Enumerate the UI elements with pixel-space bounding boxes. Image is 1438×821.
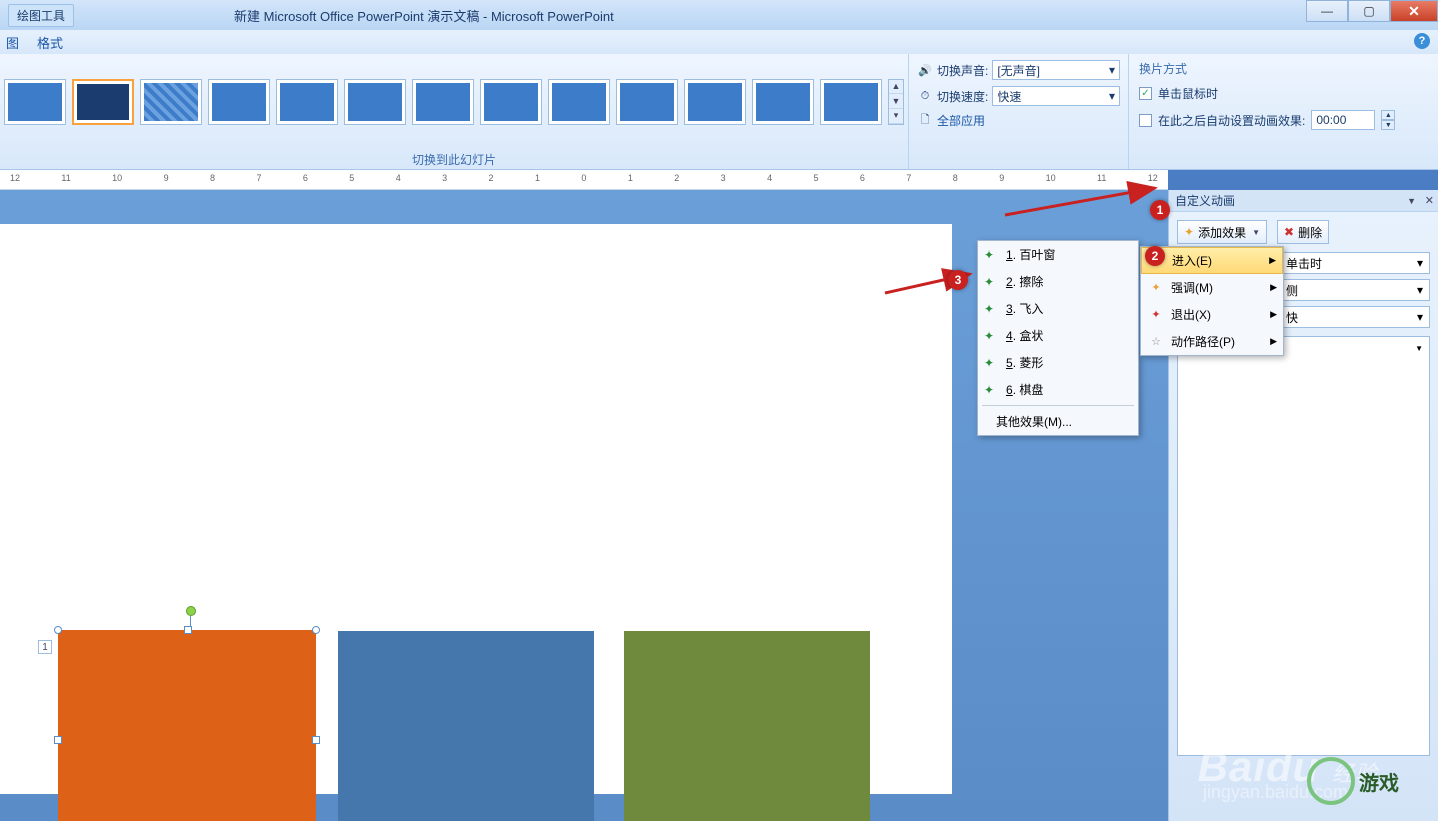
entrance-item-5[interactable]: ✦5. 菱形 — [978, 349, 1138, 376]
transition-thumb-2[interactable] — [72, 79, 134, 125]
transition-thumb-1[interactable] — [4, 79, 66, 125]
speed-label: 切换速度: — [937, 88, 988, 105]
transition-thumb-6[interactable] — [344, 79, 406, 125]
entrance-effect-icon: ✦ — [984, 329, 998, 343]
entrance-item-3[interactable]: ✦3. 飞入 — [978, 295, 1138, 322]
annotation-arrow-1 — [1000, 180, 1170, 220]
entrance-effect-icon: ✦ — [984, 383, 998, 397]
logo-text: 游戏 — [1359, 767, 1399, 796]
speed-select[interactable]: 快速▾ — [992, 86, 1120, 106]
minimize-button[interactable]: — — [1306, 0, 1348, 22]
transition-thumb-9[interactable] — [548, 79, 610, 125]
direction-select[interactable]: 侧▾ — [1279, 279, 1430, 301]
title-bar: 绘图工具 新建 Microsoft Office PowerPoint 演示文稿… — [0, 0, 1438, 30]
entrance-effects-menu: ✦1. 百叶窗✦2. 擦除✦3. 飞入✦4. 盒状✦5. 菱形✦6. 棋盘 其他… — [977, 240, 1139, 436]
pane-dropdown-icon[interactable]: ▼ — [1407, 196, 1416, 206]
drawing-tools-tab[interactable]: 绘图工具 — [8, 4, 74, 27]
time-spinner[interactable]: ▲▼ — [1381, 110, 1395, 130]
help-icon[interactable]: ? — [1414, 33, 1430, 49]
remove-effect-button[interactable]: ✖ 删除 — [1277, 220, 1329, 244]
entrance-item-2[interactable]: ✦2. 擦除 — [978, 268, 1138, 295]
entrance-effect-icon: ✦ — [984, 275, 998, 289]
speed-icon: ⏱ — [917, 88, 933, 104]
resize-handle-nw[interactable] — [54, 626, 62, 634]
rotation-handle[interactable] — [186, 606, 196, 616]
sound-icon: 🔊 — [917, 62, 933, 78]
transition-options-group: 🔊 切换声音: [无声音]▾ ⏱ 切换速度: 快速▾ 🗋 全部应用 — [909, 54, 1129, 169]
menu-emphasis[interactable]: ✦ 强调(M)▶ — [1141, 274, 1283, 301]
resize-handle-e[interactable] — [312, 736, 320, 744]
callout-3: 3 — [948, 270, 968, 290]
transition-thumb-7[interactable] — [412, 79, 474, 125]
apply-all-icon: 🗋 — [917, 113, 933, 129]
shape-rectangle-green[interactable] — [624, 631, 870, 821]
pane-close-icon[interactable]: ✕ — [1425, 194, 1434, 207]
exit-icon: ✦ — [1149, 308, 1163, 322]
more-effects-item[interactable]: 其他效果(M)... — [978, 408, 1138, 435]
menu-exit[interactable]: ✦ 退出(X)▶ — [1141, 301, 1283, 328]
transitions-group: ▲▼▾ 切换到此幻灯片 — [0, 54, 909, 169]
on-click-label: 单击鼠标时 — [1158, 85, 1218, 102]
resize-handle-w[interactable] — [54, 736, 62, 744]
transition-thumb-11[interactable] — [684, 79, 746, 125]
close-button[interactable]: ✕ — [1390, 0, 1438, 22]
pane-title: 自定义动画 — [1175, 192, 1235, 209]
emphasis-icon: ✦ — [1149, 281, 1163, 295]
entrance-item-1[interactable]: ✦1. 百叶窗 — [978, 241, 1138, 268]
resize-handle-n[interactable] — [184, 626, 192, 634]
ribbon-tabs: 图 格式 ? — [0, 30, 1438, 54]
transition-thumb-8[interactable] — [480, 79, 542, 125]
on-click-checkbox[interactable]: ✓ — [1139, 87, 1152, 100]
transition-thumb-10[interactable] — [616, 79, 678, 125]
slide-number-badge: 1 — [38, 640, 52, 654]
resize-handle-ne[interactable] — [312, 626, 320, 634]
auto-after-time[interactable]: 00:00 — [1311, 110, 1375, 130]
advance-slide-group: 换片方式 ✓ 单击鼠标时 在此之后自动设置动画效果: 00:00 ▲▼ — [1129, 54, 1438, 169]
transition-thumb-4[interactable] — [208, 79, 270, 125]
view-tab[interactable]: 图 — [6, 33, 19, 52]
shape-rectangle-blue[interactable] — [338, 631, 594, 821]
transition-thumb-13[interactable] — [820, 79, 882, 125]
auto-after-label: 在此之后自动设置动画效果: — [1158, 112, 1305, 129]
pane-title-bar: 自定义动画 ▼ ✕ — [1169, 190, 1438, 212]
transition-thumb-3[interactable] — [140, 79, 202, 125]
maximize-button[interactable]: ▢ — [1348, 0, 1390, 22]
speed-select-pane[interactable]: 快▾ — [1279, 306, 1430, 328]
remove-icon: ✖ — [1284, 225, 1294, 239]
site-logo: 游戏 — [1288, 751, 1418, 811]
logo-circle-icon — [1307, 757, 1355, 805]
add-effect-button[interactable]: ✦ 添加效果▼ — [1177, 220, 1267, 244]
window-controls: — ▢ ✕ — [1306, 0, 1438, 22]
sound-label: 切换声音: — [937, 62, 988, 79]
transition-thumb-12[interactable] — [752, 79, 814, 125]
add-effect-star-icon: ✦ — [1184, 225, 1194, 239]
motion-path-icon: ☆ — [1149, 335, 1163, 349]
callout-1: 1 — [1150, 200, 1170, 220]
window-title: 新建 Microsoft Office PowerPoint 演示文稿 - Mi… — [234, 6, 614, 25]
auto-after-checkbox[interactable] — [1139, 114, 1152, 127]
entrance-effect-icon: ✦ — [984, 302, 998, 316]
entrance-effect-icon: ✦ — [984, 356, 998, 370]
sound-select[interactable]: [无声音]▾ — [992, 60, 1120, 80]
ribbon: ▲▼▾ 切换到此幻灯片 🔊 切换声音: [无声音]▾ ⏱ 切换速度: 快速▾ 🗋… — [0, 54, 1438, 170]
entrance-effect-icon: ✦ — [984, 248, 998, 262]
callout-2: 2 — [1145, 246, 1165, 266]
advance-title: 换片方式 — [1139, 60, 1428, 77]
transition-gallery-scroll[interactable]: ▲▼▾ — [888, 79, 904, 125]
menu-separator — [982, 405, 1134, 406]
horizontal-ruler: 1211109876543210123456789101112 — [0, 170, 1168, 190]
transition-thumb-5[interactable] — [276, 79, 338, 125]
apply-all-button[interactable]: 全部应用 — [937, 112, 985, 129]
menu-motion-path[interactable]: ☆ 动作路径(P)▶ — [1141, 328, 1283, 355]
entrance-item-6[interactable]: ✦6. 棋盘 — [978, 376, 1138, 403]
start-select[interactable]: 单击时▾ — [1279, 252, 1430, 274]
animation-list[interactable]: 1 🖱 ✦ 矩形 5 ▼ — [1177, 336, 1430, 756]
transitions-group-label: 切换到此幻灯片 — [0, 149, 908, 169]
shape-rectangle-orange[interactable] — [58, 630, 316, 821]
format-tab[interactable]: 格式 — [37, 33, 63, 52]
entrance-item-4[interactable]: ✦4. 盒状 — [978, 322, 1138, 349]
